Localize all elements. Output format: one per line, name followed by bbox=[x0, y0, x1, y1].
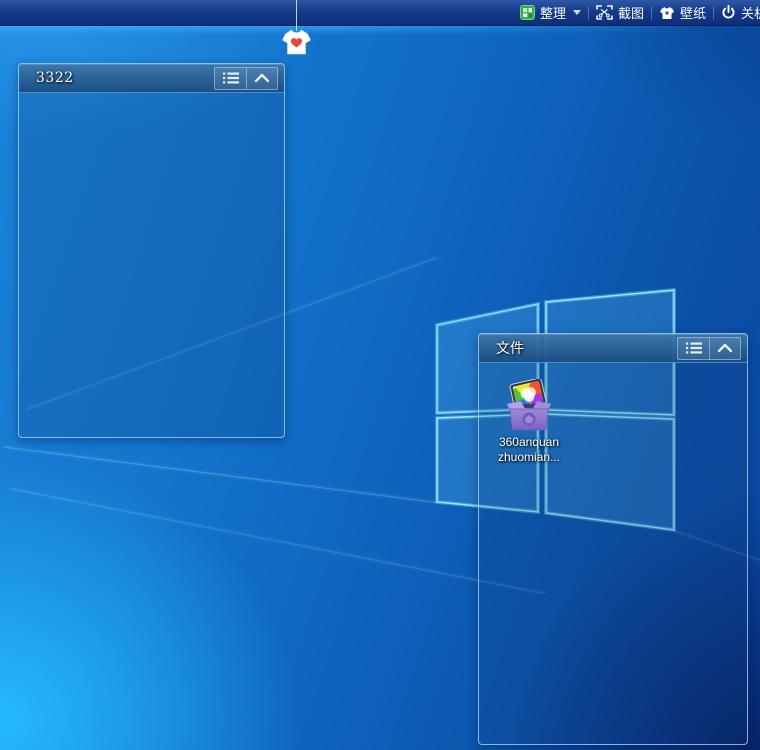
tshirt-icon bbox=[659, 6, 675, 20]
screenshot-icon bbox=[596, 5, 613, 20]
chevron-up-icon bbox=[254, 73, 270, 83]
box-files-list-view-button[interactable] bbox=[677, 337, 709, 360]
desktop-icon-360anquan-zhuomian[interactable]: 360anquan zhuomian... bbox=[479, 379, 579, 465]
toolbar-item-shutdown[interactable]: 关机 bbox=[714, 0, 760, 25]
wallpaper-glow-strip bbox=[0, 26, 760, 35]
box-3322-header-buttons bbox=[214, 67, 278, 90]
box-3322-header[interactable]: 3322 bbox=[19, 64, 284, 93]
icon-label-line1: 360anquan bbox=[499, 435, 559, 450]
toolbar-label-organize: 整理 bbox=[540, 3, 566, 22]
toolbar-label-screenshot: 截图 bbox=[618, 3, 644, 22]
toolbar-label-wallpaper: 壁纸 bbox=[680, 3, 706, 22]
box-files-header-buttons bbox=[677, 337, 741, 360]
ornament-string bbox=[296, 0, 297, 31]
toolbar-item-wallpaper[interactable]: 壁纸 bbox=[652, 0, 713, 25]
desktop-box-3322: 3322 bbox=[18, 63, 285, 438]
list-view-icon bbox=[685, 341, 703, 355]
toolbar-label-shutdown: 关机 bbox=[741, 3, 760, 22]
tshirt-heart-icon bbox=[281, 28, 312, 56]
desktop-box-files: 文件 bbox=[478, 333, 748, 745]
chevron-down-icon[interactable] bbox=[573, 10, 581, 15]
desktop: 整理 截图 壁纸 bbox=[0, 0, 760, 750]
chevron-up-icon bbox=[717, 343, 733, 353]
box-files-collapse-button[interactable] bbox=[709, 337, 741, 360]
power-icon bbox=[721, 5, 736, 20]
box-files-title: 文件 bbox=[496, 338, 524, 358]
organize-grid-icon bbox=[520, 5, 535, 20]
box-3322-collapse-button[interactable] bbox=[246, 67, 278, 90]
toolbar-item-screenshot[interactable]: 截图 bbox=[589, 0, 651, 25]
toolbar-item-organize[interactable]: 整理 bbox=[513, 0, 588, 25]
icon-label-line2: zhuomian... bbox=[498, 450, 560, 465]
box-files-header[interactable]: 文件 bbox=[479, 334, 747, 363]
organizer-toolbar: 整理 截图 壁纸 bbox=[0, 0, 760, 26]
box-3322-list-view-button[interactable] bbox=[214, 67, 246, 90]
list-view-icon bbox=[222, 71, 240, 85]
box-3322-title: 3322 bbox=[36, 70, 74, 86]
360-software-box-icon bbox=[502, 379, 556, 433]
